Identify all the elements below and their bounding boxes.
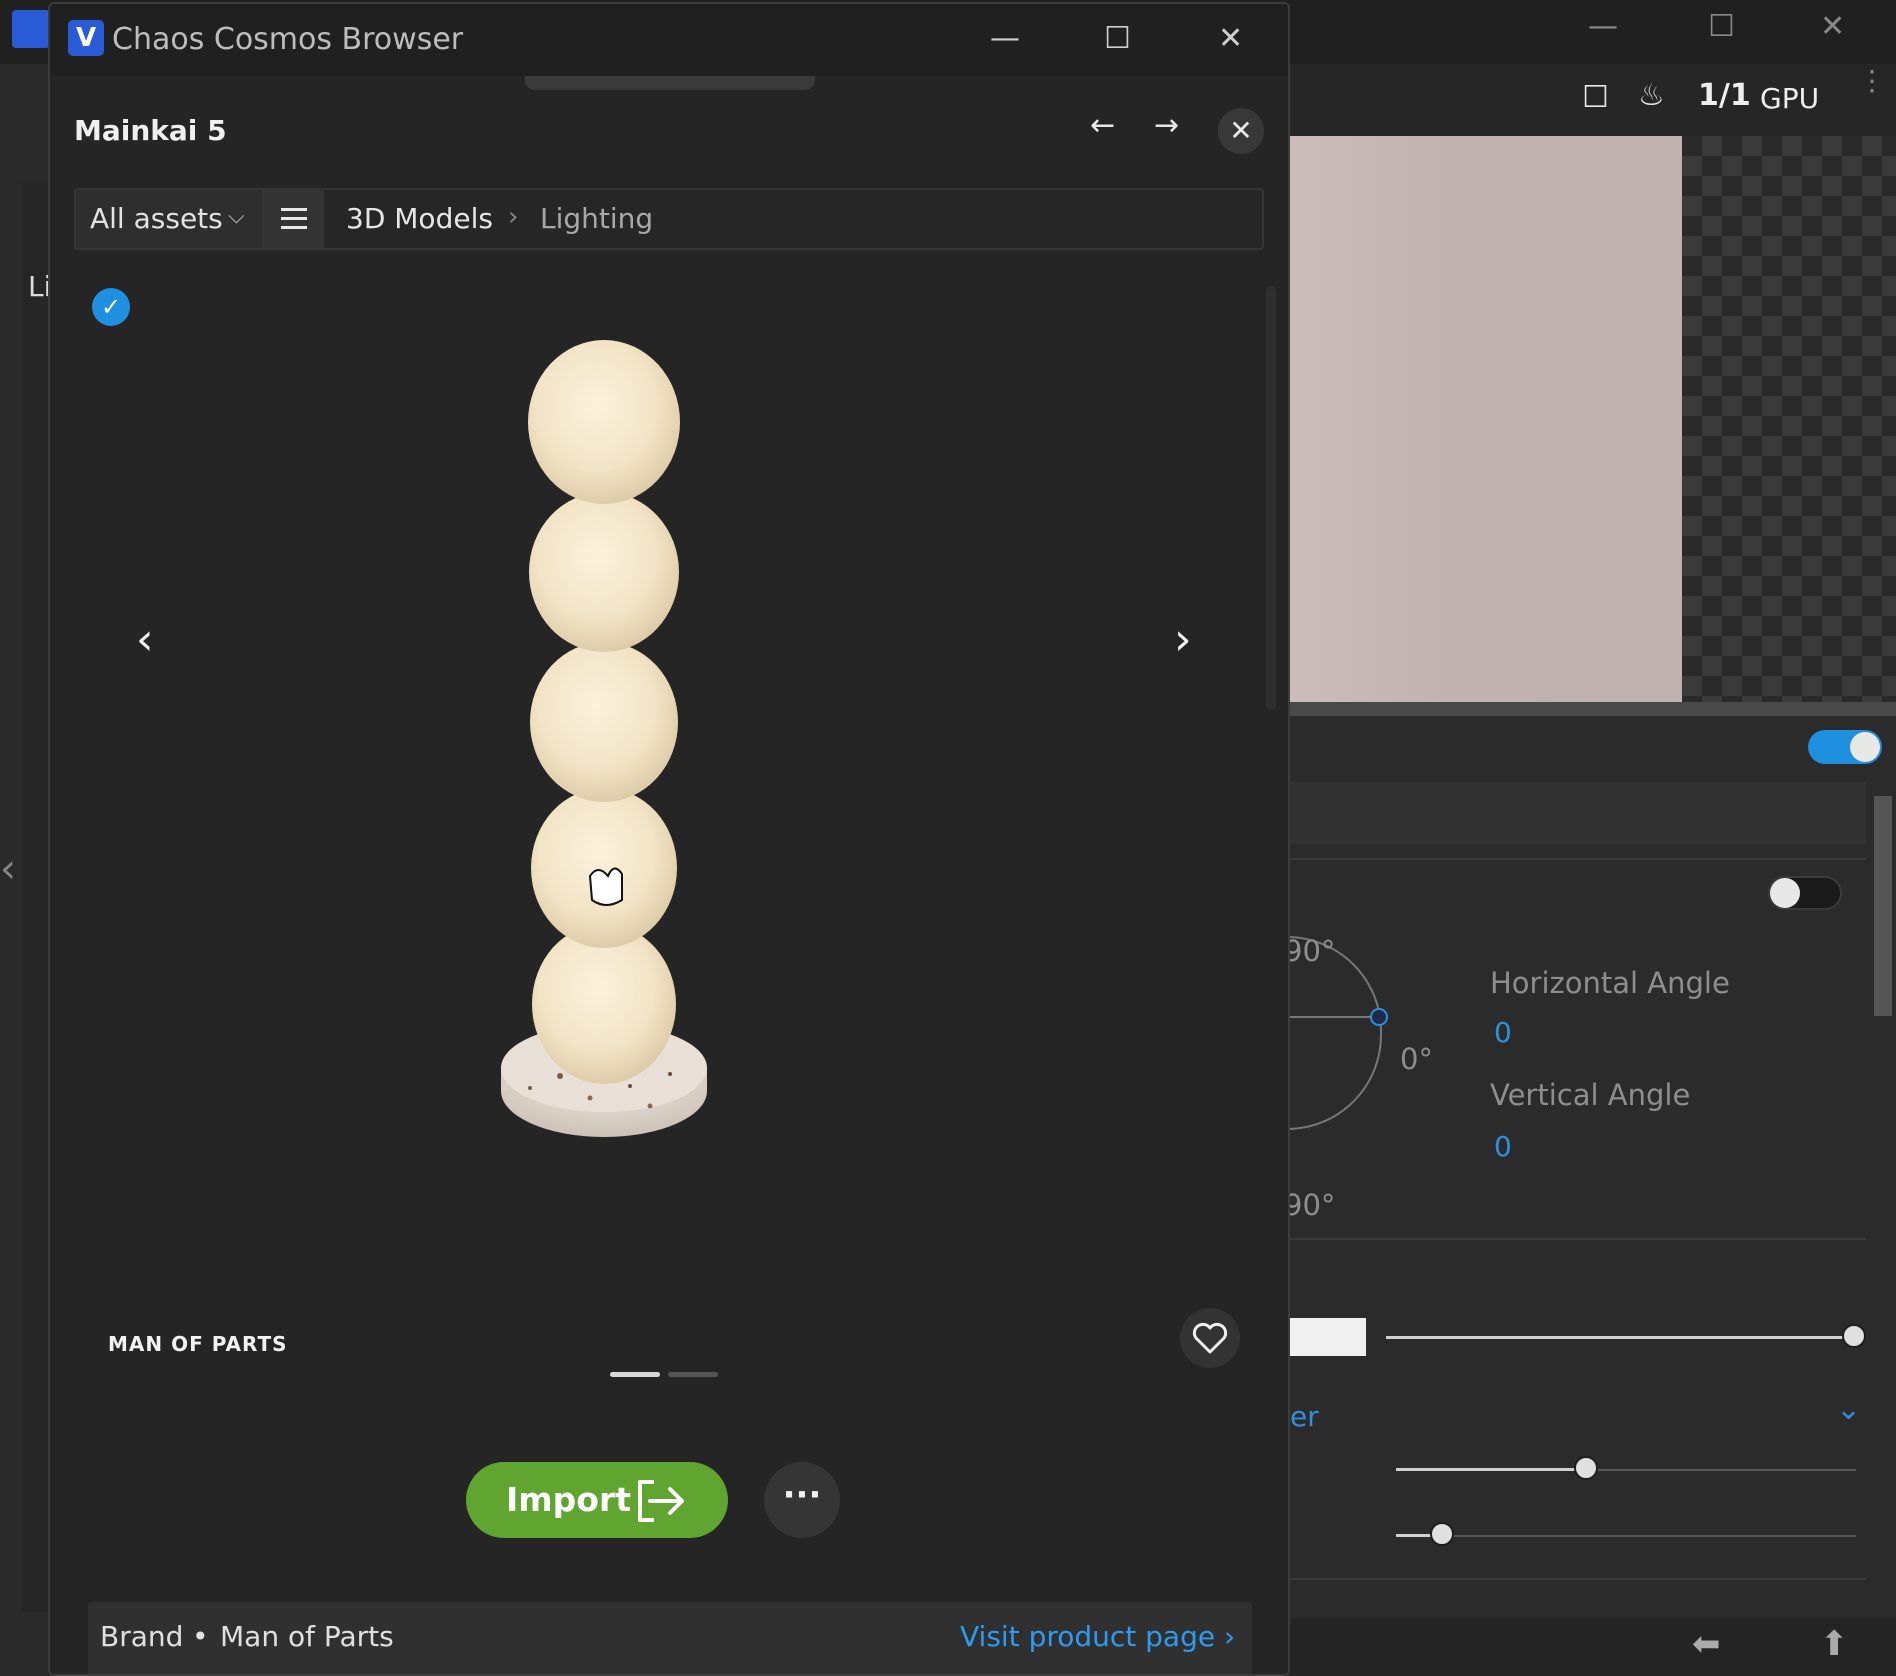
hand-cursor-icon: [588, 867, 623, 906]
vertical-angle-label: Vertical Angle: [1490, 1078, 1691, 1112]
color-swatch[interactable]: [1290, 1318, 1366, 1356]
hamburger-icon: [281, 208, 307, 211]
brand-label: Brand: [100, 1620, 184, 1653]
region-render-icon[interactable]: ☐: [1582, 80, 1609, 115]
product-info-bar: Brand • Man of Parts Visit product page …: [88, 1602, 1252, 1674]
slider-2-rest: [1586, 1469, 1856, 1471]
bg-close-icon[interactable]: ✕: [1820, 12, 1845, 42]
bg-statusbar: ⬅ ⬆: [1290, 1618, 1896, 1676]
navigation-bar: All assets ⌵ 3D Models › Lighting: [74, 188, 1264, 250]
divider: [1290, 1238, 1866, 1240]
cosmos-browser-window: V Chaos Cosmos Browser — ☐ ✕ Mainkai 5 ←…: [48, 2, 1290, 1676]
render-alpha-checker: [1682, 136, 1896, 702]
option-toggle-off[interactable]: [1768, 876, 1842, 910]
arrow-right-icon[interactable]: →: [1154, 108, 1179, 143]
import-icon: [638, 1480, 684, 1522]
upload-arrow-icon[interactable]: ⬆: [1820, 1624, 1849, 1664]
slider-2-knob[interactable]: [1574, 1456, 1598, 1480]
bg-minimize-icon[interactable]: —: [1588, 12, 1618, 42]
render-bottom-bar: [1290, 702, 1896, 716]
breadcrumb-separator-icon: ›: [508, 202, 519, 232]
slider-2-fill[interactable]: [1396, 1468, 1586, 1471]
teapot-render-icon[interactable]: ♨: [1638, 78, 1665, 113]
divider: [1290, 1578, 1866, 1580]
import-label: Import: [506, 1480, 632, 1519]
bg-section-header: [1290, 782, 1866, 844]
bg-maximize-icon[interactable]: ☐: [1708, 12, 1735, 42]
slider-3-knob[interactable]: [1430, 1522, 1454, 1546]
heart-icon: [1192, 1322, 1228, 1354]
lamp-globe: [528, 340, 680, 504]
previous-image-arrow[interactable]: ‹: [136, 614, 154, 665]
minimize-icon[interactable]: —: [990, 24, 1020, 54]
intensity-slider-knob[interactable]: [1842, 1324, 1866, 1348]
hamburger-menu-button[interactable]: [264, 190, 324, 248]
cosmos-content: Mainkai 5 ← → ✕ All assets ⌵ 3D Models ›…: [50, 76, 1288, 1674]
more-options-button[interactable]: ···: [764, 1462, 840, 1538]
expand-chevron-icon[interactable]: ⌄: [1836, 1392, 1861, 1427]
vray-logo-icon: [12, 10, 50, 48]
render-ratio-label[interactable]: 1/1: [1698, 78, 1751, 113]
breadcrumb-3d-models[interactable]: 3D Models: [346, 202, 493, 235]
breadcrumb-lighting[interactable]: Lighting: [540, 202, 653, 235]
drag-handle[interactable]: [525, 76, 815, 90]
close-asset-button[interactable]: ✕: [1218, 108, 1264, 154]
brand-value: Man of Parts: [220, 1620, 394, 1653]
light-properties-panel: 90° 0° 90° Horizontal Angle 0 Vertical A…: [1280, 716, 1896, 1616]
horizontal-angle-label: Horizontal Angle: [1490, 966, 1730, 1000]
arrow-left-icon[interactable]: ←: [1090, 108, 1115, 143]
slider-3-rest: [1444, 1535, 1856, 1537]
render-preview-area: [1290, 136, 1682, 702]
chaos-logo-icon: V: [68, 20, 104, 56]
enable-toggle-on[interactable]: [1808, 730, 1882, 764]
vertical-angle-value[interactable]: 0: [1494, 1130, 1512, 1163]
chevron-down-icon: ⌵: [228, 204, 245, 229]
panel-scrollbar[interactable]: [1874, 796, 1892, 1016]
product-preview-image[interactable]: [110, 276, 1230, 1196]
bg-toolbar: ☐ ♨ 1/1 GPU ⋮: [1290, 64, 1896, 136]
preview-scrollbar[interactable]: [1266, 286, 1276, 710]
carousel-indicator[interactable]: [668, 1372, 718, 1377]
next-image-arrow[interactable]: ›: [1174, 614, 1192, 665]
back-arrow-icon[interactable]: ⬅: [1692, 1624, 1721, 1664]
render-engine-label[interactable]: GPU: [1760, 82, 1819, 115]
brand-separator: •: [192, 1620, 209, 1653]
kebab-menu-icon[interactable]: ⋮: [1858, 67, 1886, 95]
asset-filter-label: All assets: [90, 202, 223, 235]
dial-top-label: 90°: [1284, 934, 1336, 968]
window-close-icon[interactable]: ✕: [1218, 24, 1243, 54]
asset-title: Mainkai 5: [74, 114, 227, 147]
asset-filter-dropdown[interactable]: All assets ⌵: [76, 190, 264, 248]
dial-right-label: 0°: [1400, 1042, 1433, 1076]
horizontal-angle-value[interactable]: 0: [1494, 1016, 1512, 1049]
dial-bottom-label: 90°: [1284, 1188, 1336, 1222]
intensity-slider-track[interactable]: [1386, 1336, 1856, 1339]
angle-dial-handle[interactable]: [1370, 1008, 1388, 1026]
angle-dial-needle: [1290, 1016, 1380, 1018]
bg-left-panel: [22, 182, 50, 1612]
visit-product-page-link[interactable]: Visit product page ›: [960, 1620, 1235, 1653]
bg-collapse-chevron-icon[interactable]: ‹: [0, 846, 16, 892]
brand-logo: MAN OF PARTS: [108, 1332, 288, 1356]
lamp-globe: [529, 492, 679, 652]
window-title: Chaos Cosmos Browser: [112, 22, 464, 57]
import-button[interactable]: Import: [466, 1462, 728, 1538]
favorite-button[interactable]: [1180, 1308, 1240, 1368]
cosmos-titlebar: V Chaos Cosmos Browser — ☐ ✕: [50, 4, 1288, 76]
maximize-icon[interactable]: ☐: [1104, 24, 1131, 54]
divider: [1290, 858, 1866, 860]
lamp-globe: [531, 788, 677, 948]
carousel-indicator-active[interactable]: [610, 1372, 660, 1377]
bg-cut-link[interactable]: er: [1290, 1400, 1319, 1433]
lamp-globe: [530, 642, 678, 802]
